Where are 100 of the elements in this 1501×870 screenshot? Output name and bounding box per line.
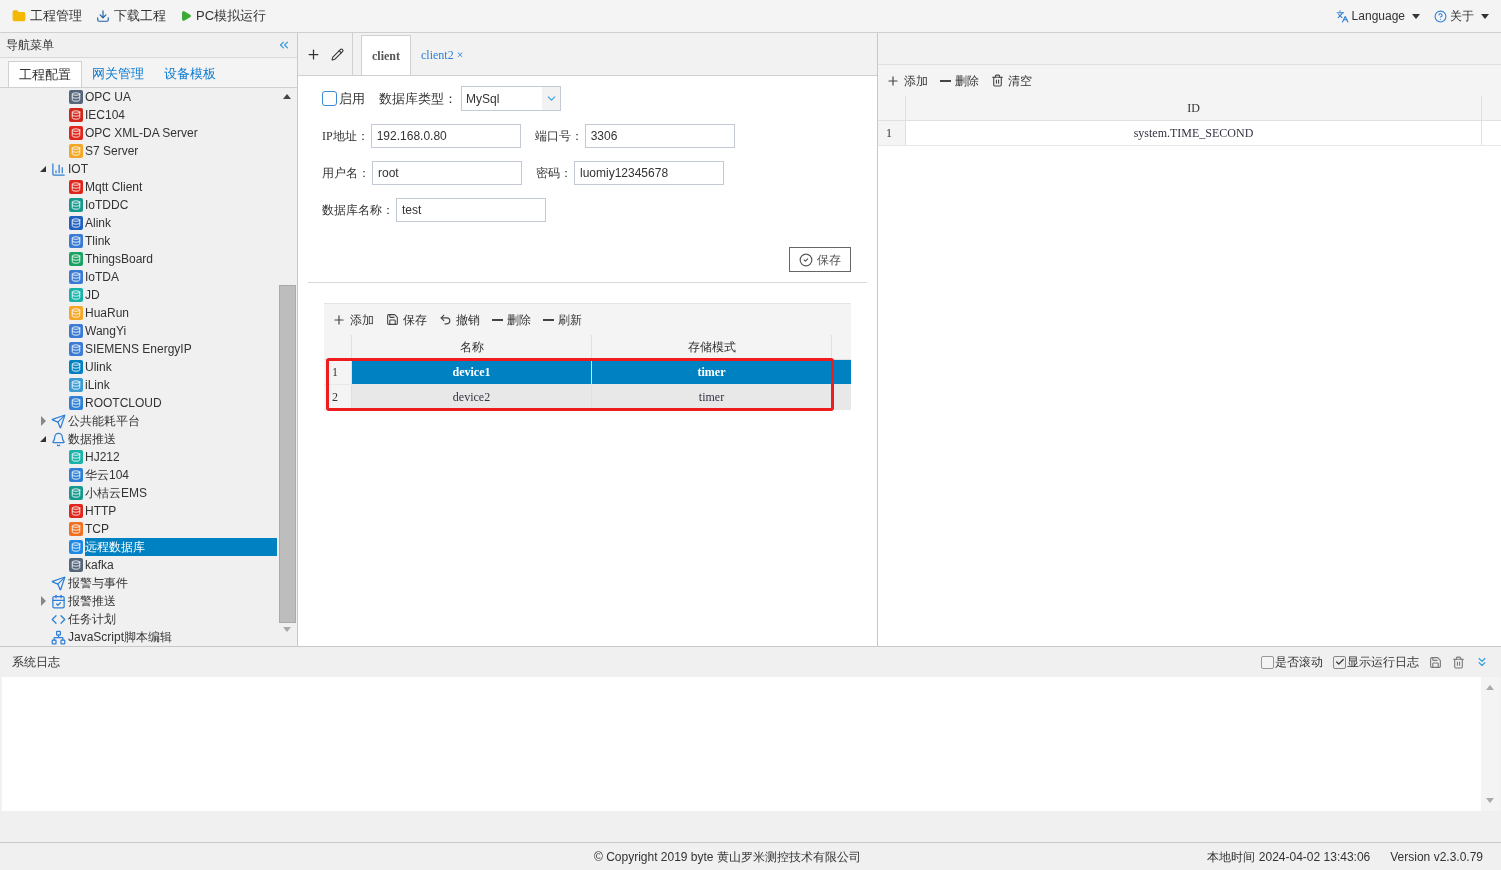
language-menu[interactable]: Language [1335, 7, 1420, 25]
tree-item[interactable]: 报警推送 [68, 592, 124, 610]
tree-item[interactable]: 任务计划 [68, 610, 124, 628]
checkbox[interactable] [322, 91, 337, 106]
close-icon[interactable]: × [456, 46, 464, 64]
table-toolbar-button[interactable]: 添加 [886, 71, 928, 90]
tree-item[interactable]: SIEMENS EnergyIP [85, 340, 200, 358]
tree-item[interactable]: IOT [68, 160, 96, 178]
table-toolbar-button[interactable]: 刷新 [543, 310, 582, 329]
scrollbar[interactable] [1481, 677, 1499, 811]
plus-icon [332, 312, 346, 327]
collapse-icon[interactable] [277, 38, 291, 52]
table-toolbar-button[interactable]: 删除 [940, 71, 979, 90]
table-cell: timer [592, 360, 832, 384]
tree-item[interactable]: kafka [85, 556, 122, 574]
tree-item[interactable]: TCP [85, 520, 117, 538]
toolbar-button[interactable]: 工程管理 [12, 6, 82, 26]
input-field[interactable]: 3306 [584, 124, 735, 148]
table-row[interactable]: 1 system.TIME_SECOND [878, 121, 1501, 146]
nav-tab[interactable]: 设备模板 [154, 61, 226, 87]
checkbox-label: 显示运行日志 [1347, 654, 1419, 671]
expanded-arrow-icon[interactable] [40, 436, 46, 442]
column-header: ID [906, 96, 1482, 120]
input-field[interactable]: 192.168.0.80 [370, 124, 521, 148]
table-toolbar-button[interactable]: 删除 [492, 310, 531, 329]
caret-icon [1481, 13, 1489, 19]
tree-item[interactable]: Alink [85, 214, 119, 232]
toolbar-button[interactable]: 下载工程 [96, 6, 166, 26]
tree-item[interactable]: ROOTCLOUD [85, 394, 170, 412]
save-icon [386, 313, 399, 326]
download-icon [96, 9, 110, 23]
input-field[interactable]: root [372, 161, 522, 185]
database-type-select[interactable]: MySql [461, 86, 561, 111]
tree-node-icon [69, 558, 83, 572]
editor-tab[interactable]: client2 × [411, 35, 474, 75]
save-icon[interactable] [1429, 655, 1442, 669]
edit-icon[interactable] [331, 47, 344, 61]
minus-icon [492, 318, 503, 321]
table-row[interactable]: 1 device1 timer [324, 360, 851, 385]
help-icon [1434, 9, 1447, 23]
tree-item[interactable]: JavaScript脚本编辑 [68, 628, 181, 646]
nav-tab[interactable]: 工程配置 [8, 61, 82, 87]
tree-item[interactable]: WangYi [85, 322, 135, 340]
collapsed-arrow-icon[interactable] [40, 416, 46, 426]
tree-item[interactable]: 小桔云EMS [85, 484, 155, 502]
tree-item[interactable]: HuaRun [85, 304, 138, 322]
table-row[interactable]: 2 device2 timer [324, 385, 851, 410]
tree-item[interactable]: ThingsBoard [85, 250, 162, 268]
toolbar-button[interactable]: PC模拟运行 [180, 6, 267, 26]
tree-item[interactable]: OPC UA [85, 88, 139, 106]
tree-item[interactable]: IoTDA [85, 268, 127, 286]
collapsed-arrow-icon[interactable] [40, 596, 46, 606]
expanded-arrow-icon[interactable] [40, 166, 46, 172]
nav-tab[interactable]: 网关管理 [82, 61, 154, 87]
tree-item[interactable]: 数据推送 [68, 430, 124, 448]
tree-item[interactable]: S7 Server [85, 142, 147, 160]
table-cell: device2 [352, 385, 592, 409]
tree-item[interactable]: 公共能耗平台 [68, 412, 148, 430]
expand-icon[interactable] [1475, 655, 1489, 669]
tree-item[interactable]: 华云104 [85, 466, 138, 484]
checkbox[interactable] [1261, 655, 1274, 669]
editor-tab[interactable]: client [361, 35, 411, 75]
table-cell: device1 [352, 360, 592, 384]
tree-item[interactable]: iLink [85, 376, 118, 394]
add-tab-icon[interactable] [306, 46, 321, 62]
tree-item[interactable]: Ulink [85, 358, 120, 376]
tree-item[interactable]: 远程数据库 [85, 538, 277, 556]
save-button[interactable]: 保存 [789, 247, 851, 272]
local-time: 2024-04-02 13:43:06 [1258, 848, 1371, 866]
tree-item[interactable]: OPC XML-DA Server [85, 124, 206, 142]
time-label: 本地时间 [1206, 848, 1255, 866]
about-menu[interactable]: 关于 [1434, 7, 1489, 25]
input-field[interactable]: test [396, 198, 546, 222]
field-label: 端口号： [534, 128, 583, 145]
tree-node-icon [69, 522, 83, 536]
tree-item[interactable]: Mqtt Client [85, 178, 151, 196]
trash-icon[interactable] [1452, 655, 1465, 669]
panel-title: 导航菜单 [6, 37, 54, 54]
table-toolbar-button[interactable]: 保存 [386, 310, 427, 329]
tree-node-icon [69, 342, 83, 356]
tree-item[interactable]: HTTP [85, 502, 125, 520]
row-number: 1 [878, 121, 906, 145]
tree-item[interactable]: IEC104 [85, 106, 134, 124]
field-label: 数据库类型： [379, 89, 457, 108]
table-toolbar-button[interactable]: 撤销 [439, 310, 480, 329]
table-toolbar-button[interactable]: 添加 [332, 310, 374, 329]
checkbox[interactable] [1333, 655, 1346, 669]
tree-item[interactable]: HJ212 [85, 448, 128, 466]
input-field[interactable]: luomiy12345678 [574, 161, 724, 185]
tree-item[interactable]: Tlink [85, 232, 119, 250]
tree-node-icon [69, 216, 83, 230]
tree-node-icon [51, 161, 66, 177]
tree-item[interactable]: IoTDDC [85, 196, 137, 214]
column-header: 存储模式 [592, 335, 832, 359]
table-toolbar-button[interactable]: 清空 [991, 71, 1032, 90]
tree-node-icon [51, 413, 66, 429]
tree-node-icon [69, 234, 83, 248]
tree-item[interactable]: JD [85, 286, 108, 304]
tree-node-icon [69, 252, 83, 266]
tree-item[interactable]: 报警与事件 [68, 574, 136, 592]
